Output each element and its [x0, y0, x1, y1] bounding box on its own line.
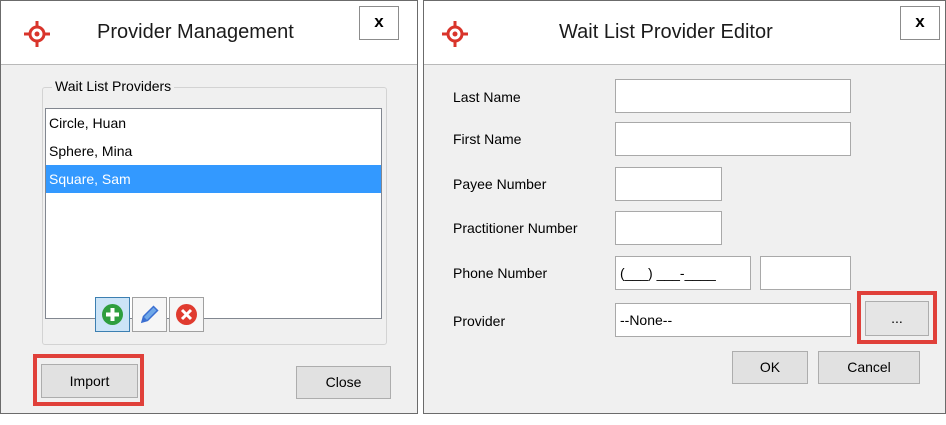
- payee-number-field[interactable]: [615, 167, 722, 201]
- plus-circle-icon: [102, 304, 123, 325]
- import-button[interactable]: Import: [41, 364, 138, 398]
- close-window-button[interactable]: x: [900, 6, 940, 40]
- window-title: Wait List Provider Editor: [559, 21, 773, 43]
- delete-button[interactable]: [169, 297, 204, 332]
- pencil-icon: [140, 305, 159, 324]
- browse-provider-button[interactable]: ...: [865, 301, 929, 336]
- last-name-field[interactable]: [615, 79, 851, 113]
- cancel-button[interactable]: Cancel: [818, 351, 920, 384]
- title-bar: Provider Management x: [1, 1, 417, 65]
- list-item-selected[interactable]: Square, Sam: [46, 165, 381, 193]
- crosshair-target-icon: [24, 21, 50, 47]
- close-button[interactable]: Close: [296, 366, 391, 399]
- list-item[interactable]: Sphere, Mina: [46, 137, 381, 165]
- first-name-label: First Name: [453, 131, 522, 147]
- ok-button[interactable]: OK: [732, 351, 808, 384]
- provider-editor-window: Wait List Provider Editor x Last Name Fi…: [423, 0, 946, 414]
- payee-number-label: Payee Number: [453, 176, 547, 192]
- providers-listbox[interactable]: Circle, Huan Sphere, Mina Square, Sam: [45, 108, 382, 319]
- title-separator: [424, 64, 945, 65]
- list-item[interactable]: Circle, Huan: [46, 109, 381, 137]
- practitioner-number-label: Practitioner Number: [453, 220, 578, 236]
- title-separator: [1, 64, 417, 65]
- phone-extension-field[interactable]: [760, 256, 851, 290]
- last-name-label: Last Name: [453, 89, 521, 105]
- phone-number-label: Phone Number: [453, 265, 548, 281]
- group-label: Wait List Providers: [52, 78, 175, 94]
- phone-number-field[interactable]: (___) ___-____: [615, 256, 751, 290]
- provider-management-window: Provider Management x Wait List Provider…: [0, 0, 418, 414]
- edit-button[interactable]: [132, 297, 167, 332]
- close-window-button[interactable]: x: [359, 6, 399, 40]
- crosshair-target-icon: [442, 21, 468, 47]
- first-name-field[interactable]: [615, 122, 851, 156]
- x-circle-icon: [176, 304, 197, 325]
- practitioner-number-field[interactable]: [615, 211, 722, 245]
- add-button[interactable]: [95, 297, 130, 332]
- window-title: Provider Management: [97, 21, 294, 43]
- provider-field[interactable]: --None--: [615, 303, 851, 337]
- title-bar: Wait List Provider Editor x: [424, 1, 945, 65]
- provider-label: Provider: [453, 313, 506, 329]
- desktop-background: [0, 414, 946, 425]
